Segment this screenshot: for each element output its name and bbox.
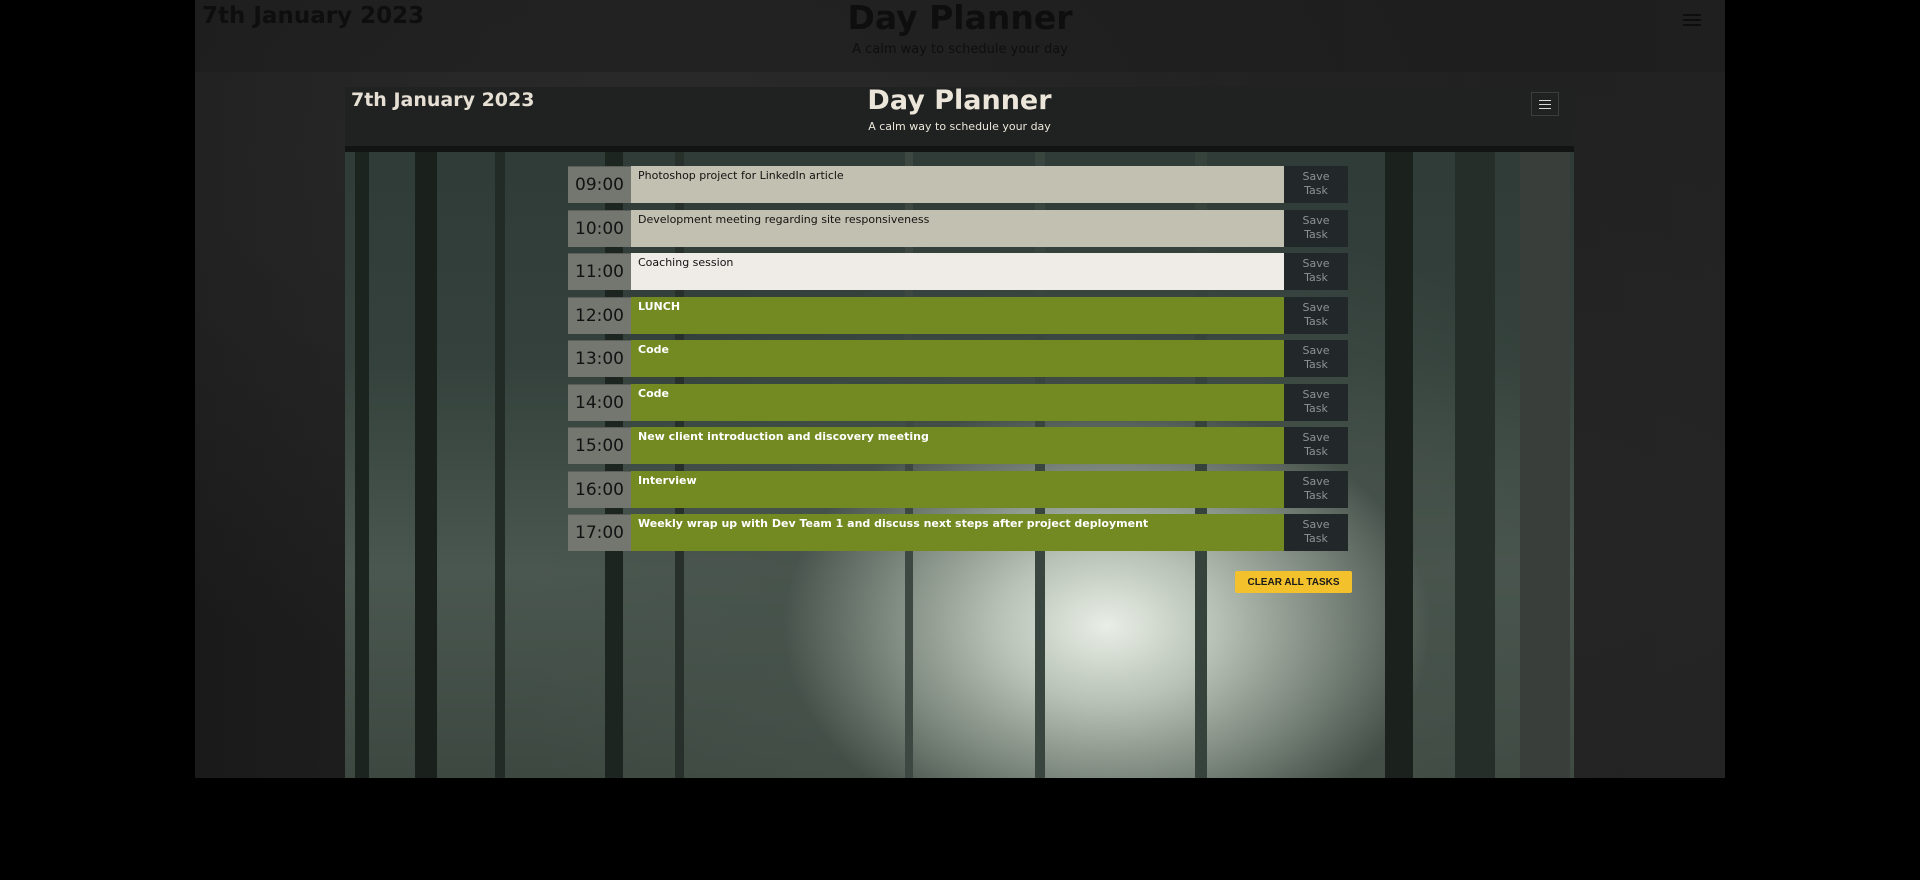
timeblock-row: 12:00 Save Task bbox=[568, 296, 1352, 334]
hour-label: 15:00 bbox=[568, 427, 631, 464]
task-input[interactable] bbox=[631, 166, 1284, 203]
save-task-button[interactable]: Save Task bbox=[1284, 340, 1348, 377]
planner-window: 7th January 2023 Day Planner A calm way … bbox=[345, 87, 1574, 778]
clear-all-tasks-button[interactable]: CLEAR ALL TASKS bbox=[1235, 571, 1352, 593]
timeblock-row: 09:00 Save Task bbox=[568, 166, 1352, 203]
save-task-button[interactable]: Save Task bbox=[1284, 296, 1348, 334]
background-subtitle: A calm way to schedule your day bbox=[852, 42, 1068, 57]
save-task-button[interactable]: Save Task bbox=[1284, 383, 1348, 421]
task-input[interactable] bbox=[631, 514, 1284, 551]
task-input[interactable] bbox=[631, 340, 1284, 377]
timeblock-row: 10:00 Save Task bbox=[568, 209, 1352, 247]
hour-label: 12:00 bbox=[568, 296, 631, 334]
hour-label: 11:00 bbox=[568, 253, 631, 290]
page-title: Day Planner bbox=[867, 87, 1052, 116]
timeblock-row: 11:00 Save Task bbox=[568, 253, 1352, 290]
app-header: 7th January 2023 Day Planner A calm way … bbox=[345, 87, 1574, 152]
save-task-button[interactable]: Save Task bbox=[1284, 166, 1348, 203]
tree-trunk bbox=[415, 147, 437, 778]
page-subtitle: A calm way to schedule your day bbox=[868, 120, 1051, 133]
hour-label: 09:00 bbox=[568, 166, 631, 203]
hour-label: 14:00 bbox=[568, 383, 631, 421]
task-input[interactable] bbox=[631, 427, 1284, 464]
tree-trunk bbox=[1520, 147, 1570, 778]
timeblock-row: 16:00 Save Task bbox=[568, 470, 1352, 508]
hamburger-icon[interactable] bbox=[1531, 92, 1559, 116]
hour-label: 10:00 bbox=[568, 209, 631, 247]
tree-trunk bbox=[495, 147, 505, 778]
timeblock-row: 13:00 Save Task bbox=[568, 340, 1352, 377]
timeblock-row: 15:00 Save Task bbox=[568, 427, 1352, 464]
hour-label: 16:00 bbox=[568, 470, 631, 508]
task-input[interactable] bbox=[631, 383, 1284, 421]
save-task-button[interactable]: Save Task bbox=[1284, 253, 1348, 290]
tree-trunk bbox=[1455, 147, 1495, 778]
task-input[interactable] bbox=[631, 253, 1284, 290]
background-title: Day Planner bbox=[847, 0, 1073, 37]
task-input[interactable] bbox=[631, 470, 1284, 508]
timeblock-list: 09:00 Save Task 10:00 Save Task 11:00 Save Ta… bbox=[568, 166, 1352, 558]
tree-trunk bbox=[1385, 147, 1413, 778]
hour-label: 13:00 bbox=[568, 340, 631, 377]
task-input[interactable] bbox=[631, 296, 1284, 334]
background-header: 7th January 2023 Day Planner A calm way … bbox=[195, 0, 1725, 72]
tree-trunk bbox=[355, 147, 369, 778]
save-task-button[interactable]: Save Task bbox=[1284, 209, 1348, 247]
save-task-button[interactable]: Save Task bbox=[1284, 427, 1348, 464]
save-task-button[interactable]: Save Task bbox=[1284, 470, 1348, 508]
hour-label: 17:00 bbox=[568, 514, 631, 551]
task-input[interactable] bbox=[631, 209, 1284, 247]
timeblock-row: 17:00 Save Task bbox=[568, 514, 1352, 551]
timeblock-row: 14:00 Save Task bbox=[568, 383, 1352, 421]
save-task-button[interactable]: Save Task bbox=[1284, 514, 1348, 551]
background-hamburger-icon bbox=[1683, 14, 1701, 28]
